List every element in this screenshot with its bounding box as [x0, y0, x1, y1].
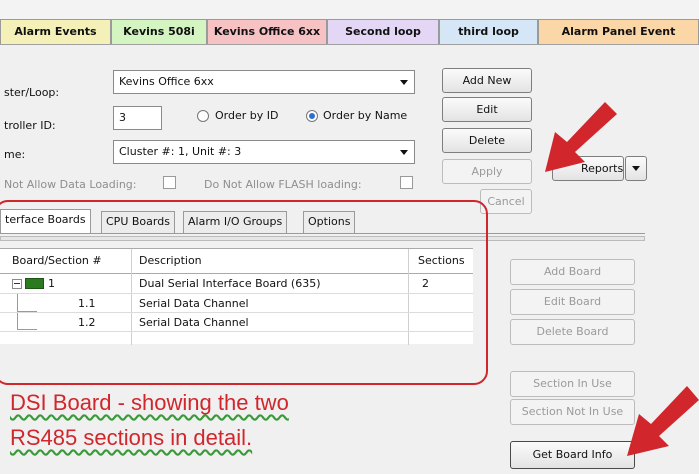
annotation-highlight-box [0, 200, 488, 385]
add-new-button[interactable]: Add New [442, 68, 532, 93]
annotation-arrow-apply [545, 102, 617, 172]
chevron-down-icon [400, 80, 408, 85]
name-select[interactable]: Cluster #: 1, Unit #: 3 [113, 140, 415, 164]
delete-board-button[interactable]: Delete Board [510, 319, 635, 345]
reports-dropdown-button[interactable] [625, 156, 647, 181]
not-allow-flash-label: Do Not Allow FLASH loading: [204, 178, 362, 191]
edit-button[interactable]: Edit [442, 97, 532, 122]
name-value: Cluster #: 1, Unit #: 3 [119, 145, 242, 158]
controller-id-value: 3 [119, 111, 126, 124]
order-by-name-radio[interactable] [306, 110, 318, 122]
tab-kevins-508i[interactable]: Kevins 508i [111, 19, 207, 45]
master-loop-label: ster/Loop: [4, 86, 60, 99]
delete-button[interactable]: Delete [442, 128, 532, 153]
cancel-button[interactable]: Cancel [480, 189, 532, 214]
controller-id-label: troller ID: [4, 119, 56, 132]
annotation-text-line2: RS485 sections in detail. [10, 425, 253, 450]
controller-id-field[interactable]: 3 [113, 106, 162, 130]
master-loop-value: Kevins Office 6xx [119, 75, 214, 88]
add-board-button[interactable]: Add Board [510, 259, 635, 285]
not-allow-data-checkbox[interactable] [163, 176, 176, 189]
chevron-down-icon [400, 150, 408, 155]
master-loop-select[interactable]: Kevins Office 6xx [113, 70, 415, 94]
edit-board-button[interactable]: Edit Board [510, 289, 635, 315]
name-label: me: [4, 148, 26, 161]
apply-button[interactable]: Apply [442, 159, 532, 184]
tab-second-loop[interactable]: Second loop [327, 19, 439, 45]
loop-tab-strip: Alarm Events Kevins 508i Kevins Office 6… [0, 0, 699, 45]
not-allow-flash-checkbox[interactable] [400, 176, 413, 189]
tab-alarm-events[interactable]: Alarm Events [0, 19, 111, 45]
tab-kevins-office-6xx[interactable]: Kevins Office 6xx [207, 19, 327, 45]
order-by-id-radio[interactable] [197, 110, 209, 122]
tab-alarm-panel-event[interactable]: Alarm Panel Event [538, 19, 699, 45]
annotation-arrow-board-info [627, 386, 699, 456]
tab-third-loop[interactable]: third loop [439, 19, 538, 45]
order-by-id-label[interactable]: Order by ID [215, 109, 278, 122]
not-allow-data-label: Not Allow Data Loading: [4, 178, 137, 191]
order-by-name-label[interactable]: Order by Name [323, 109, 407, 122]
annotation-text-line1: DSI Board - showing the two [10, 390, 289, 415]
caret-down-icon [632, 166, 640, 171]
